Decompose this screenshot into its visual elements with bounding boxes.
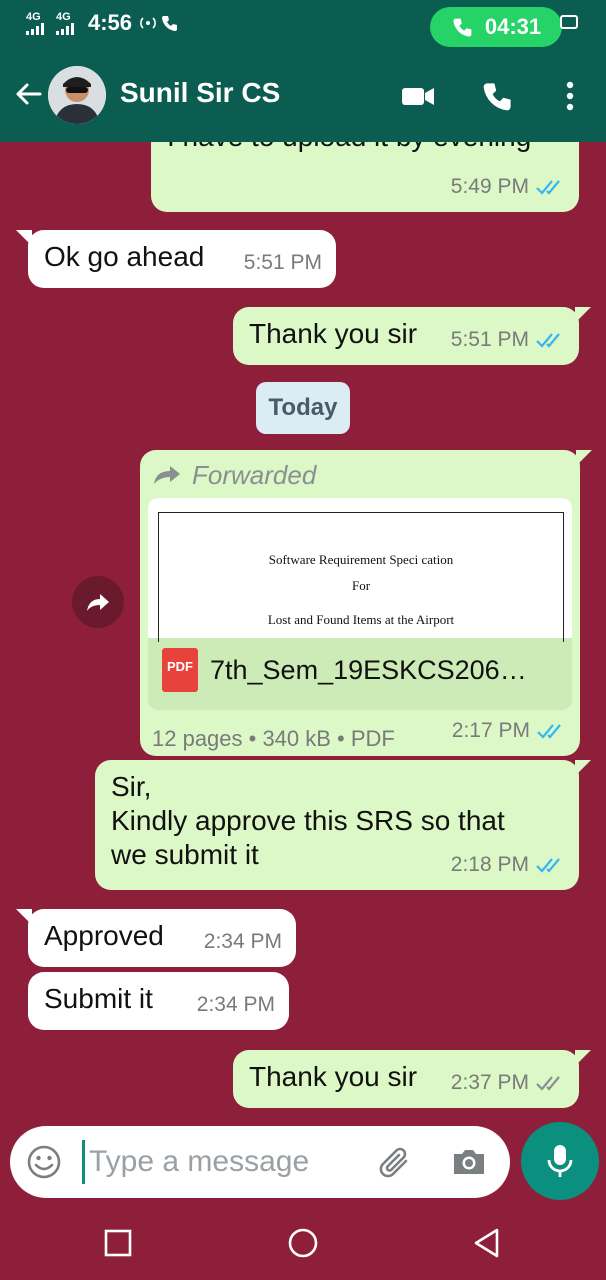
- message-meta: 2:17 PM: [452, 714, 566, 748]
- message-meta: 2:34 PM: [204, 925, 282, 959]
- message-bubble-outgoing[interactable]: Thank you sir 5:51 PM: [233, 307, 591, 365]
- message-time: 2:17 PM: [451, 719, 530, 742]
- message-input[interactable]: [82, 1140, 362, 1184]
- status-time: 4:56: [88, 10, 133, 35]
- ongoing-call-pill[interactable]: 04:31: [430, 7, 562, 47]
- forward-icon: [87, 594, 109, 611]
- signal-2: 4G: [56, 12, 74, 35]
- document-card[interactable]: Software Requirement Speci cation For Lo…: [148, 498, 572, 710]
- status-bar: 4G 4G 4:56 04:31: [0, 0, 606, 48]
- message-time: 2:37 PM: [450, 1071, 529, 1094]
- preview-line-2: For: [351, 578, 371, 593]
- message-time: 5:51 PM: [450, 328, 529, 351]
- pdf-icon: PDF: [162, 648, 198, 692]
- voice-call-icon[interactable]: [480, 78, 516, 114]
- home-nav-icon[interactable]: [286, 1226, 320, 1260]
- contact-name[interactable]: Sunil Sir CS: [120, 77, 280, 109]
- document-page: Software Requirement Speci cation For Lo…: [158, 512, 564, 642]
- signal-1: 4G: [26, 12, 44, 35]
- preview-line-3: Lost and Found Items at the Airport: [267, 612, 455, 627]
- message-bubble-incoming[interactable]: Ok go ahead 5:51 PM: [16, 230, 336, 288]
- read-ticks-icon: [536, 180, 560, 195]
- read-ticks-icon: [536, 858, 560, 873]
- forwarded-arrow-icon: [154, 466, 180, 484]
- recents-nav-icon[interactable]: [101, 1226, 135, 1260]
- message-bubble-incoming[interactable]: Submit it 2:34 PM: [28, 972, 289, 1030]
- call-timer: 04:31: [484, 14, 542, 39]
- message-text: Ok go ahead: [44, 241, 205, 272]
- more-menu-icon[interactable]: [552, 78, 588, 114]
- avatar[interactable]: [48, 66, 106, 124]
- message-text-line: Sir,: [111, 771, 152, 802]
- signal-bars-icon: [56, 23, 74, 35]
- message-time: 2:34 PM: [196, 993, 275, 1016]
- message-meta: 2:18 PM: [451, 848, 565, 882]
- bubble-tail: [576, 450, 592, 466]
- document-message[interactable]: Forwarded Software Requirement Speci cat…: [140, 450, 592, 756]
- attach-icon[interactable]: [376, 1144, 414, 1182]
- message-time: 5:51 PM: [243, 251, 322, 274]
- mic-button[interactable]: [521, 1122, 599, 1200]
- document-details: 12 pages • 340 kB • PDF: [152, 726, 395, 751]
- message-meta: 2:37 PM: [451, 1066, 565, 1100]
- message-text: Approved: [44, 920, 164, 951]
- message-meta: 5:51 PM: [244, 246, 322, 280]
- date-chip: Today: [256, 382, 350, 434]
- back-arrow-icon[interactable]: [12, 78, 44, 110]
- message-text: I have to upload it by evening: [167, 142, 531, 154]
- message-time: 2:34 PM: [203, 930, 282, 953]
- network-type-2: 4G: [56, 11, 71, 23]
- bubble-tail: [16, 909, 32, 925]
- message-meta: 2:34 PM: [197, 988, 275, 1022]
- chat-area: I have to upload it by evening 5:49 PM O…: [0, 142, 606, 1120]
- read-ticks-icon: [536, 333, 560, 348]
- message-text: Thank you sir: [249, 1061, 418, 1092]
- hotspot-icon: [140, 17, 156, 29]
- call-status-icon: [162, 16, 177, 31]
- system-nav-bar: [0, 1206, 606, 1280]
- message-time: 5:49 PM: [450, 175, 529, 198]
- message-text: Thank you sir: [249, 318, 418, 349]
- bubble-tail: [575, 1050, 591, 1066]
- signal-bars-icon: [26, 23, 44, 35]
- read-ticks-icon: [537, 724, 561, 739]
- message-bubble-outgoing[interactable]: Sir, Kindly approve this SRS so that we …: [95, 760, 591, 890]
- video-call-icon[interactable]: [400, 78, 436, 114]
- bubble-tail: [575, 307, 591, 323]
- message-bubble-outgoing[interactable]: Thank you sir 2:37 PM: [233, 1050, 591, 1108]
- emoji-icon[interactable]: [26, 1144, 62, 1180]
- message-text: Submit it: [44, 983, 153, 1014]
- message-time: 2:18 PM: [450, 853, 529, 876]
- forwarded-text: Forwarded: [192, 460, 317, 490]
- document-preview: Software Requirement Speci cation For Lo…: [148, 498, 572, 642]
- message-meta: 5:51 PM: [451, 323, 565, 357]
- chat-header: Sunil Sir CS: [0, 48, 606, 142]
- battery-icon: [560, 15, 578, 29]
- message-text-line: Kindly approve this SRS so that: [111, 805, 505, 836]
- back-nav-icon[interactable]: [470, 1226, 504, 1260]
- bubble-tail: [16, 230, 32, 246]
- message-bubble-outgoing[interactable]: I have to upload it by evening 5:49 PM: [151, 142, 579, 212]
- network-type-1: 4G: [26, 11, 41, 23]
- delivered-ticks-icon: [536, 1076, 560, 1091]
- avatar-image: [48, 66, 106, 124]
- phone-icon: [453, 18, 472, 37]
- forwarded-label: Forwarded: [152, 458, 316, 492]
- message-bubble-incoming[interactable]: Approved 2:34 PM: [16, 909, 296, 967]
- message-meta: 5:49 PM: [451, 170, 565, 204]
- forward-button[interactable]: [72, 576, 124, 628]
- bubble-tail: [575, 760, 591, 776]
- document-file-name: 7th_Sem_19ESKCS206…: [210, 655, 527, 685]
- camera-icon[interactable]: [450, 1144, 488, 1180]
- message-composer: [10, 1126, 510, 1198]
- mic-icon: [547, 1145, 573, 1177]
